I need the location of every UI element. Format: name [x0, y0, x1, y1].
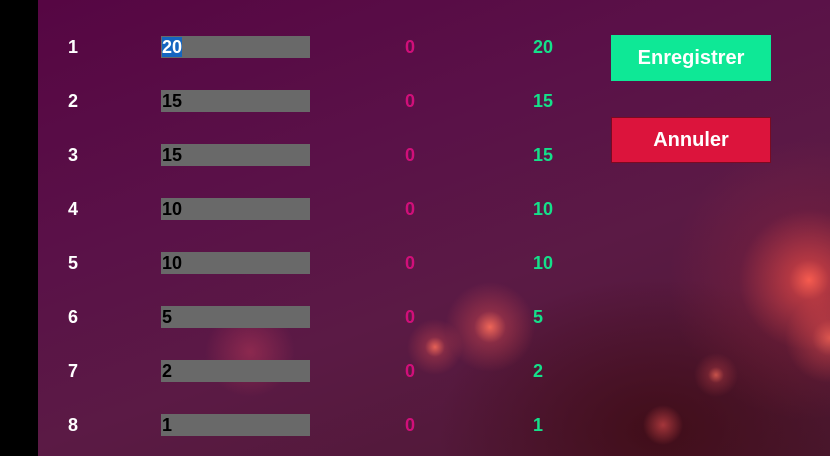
penalty-value: 0 [405, 307, 416, 327]
rank-label: 7 [68, 361, 79, 381]
score-input[interactable]: 5 [161, 306, 310, 328]
rank-label: 8 [68, 415, 79, 435]
score-input[interactable]: 10 [161, 252, 310, 274]
penalty-value: 0 [405, 253, 416, 273]
penalty-value: 0 [405, 415, 416, 435]
left-black-strip [0, 0, 38, 456]
table-row: 7 2 0 2 [38, 359, 598, 383]
save-button[interactable]: Enregistrer [611, 35, 771, 81]
penalty-value: 0 [405, 199, 416, 219]
rank-label: 3 [68, 145, 79, 165]
total-value: 20 [533, 37, 554, 57]
penalty-value: 0 [405, 361, 416, 381]
table-row: 2 15 0 15 [38, 89, 598, 113]
cancel-button[interactable]: Annuler [611, 117, 771, 163]
rank-label: 5 [68, 253, 79, 273]
rank-label: 2 [68, 91, 79, 111]
table-row: 6 5 0 5 [38, 305, 598, 329]
selected-text: 20 [162, 37, 183, 57]
penalty-value: 0 [405, 91, 416, 111]
total-value: 1 [533, 415, 544, 435]
score-input[interactable]: 20 [161, 36, 310, 58]
score-input[interactable]: 15 [161, 90, 310, 112]
rank-label: 4 [68, 199, 79, 219]
score-input[interactable]: 15 [161, 144, 310, 166]
total-value: 10 [533, 199, 554, 219]
penalty-value: 0 [405, 37, 416, 57]
penalty-value: 0 [405, 145, 416, 165]
table-row: 1 20 0 20 [38, 35, 598, 59]
table-row: 3 15 0 15 [38, 143, 598, 167]
rank-label: 6 [68, 307, 79, 327]
total-value: 10 [533, 253, 554, 273]
table-row: 4 10 0 10 [38, 197, 598, 221]
total-value: 15 [533, 91, 554, 111]
score-input[interactable]: 10 [161, 198, 310, 220]
scoring-panel: 1 20 0 20 2 15 0 15 3 15 0 15 4 10 0 10 … [38, 0, 830, 456]
total-value: 15 [533, 145, 554, 165]
total-value: 2 [533, 361, 544, 381]
table-row: 5 10 0 10 [38, 251, 598, 275]
score-input[interactable]: 2 [161, 360, 310, 382]
score-input[interactable]: 1 [161, 414, 310, 436]
table-row: 8 1 0 1 [38, 413, 598, 437]
total-value: 5 [533, 307, 544, 327]
rank-label: 1 [68, 37, 79, 57]
